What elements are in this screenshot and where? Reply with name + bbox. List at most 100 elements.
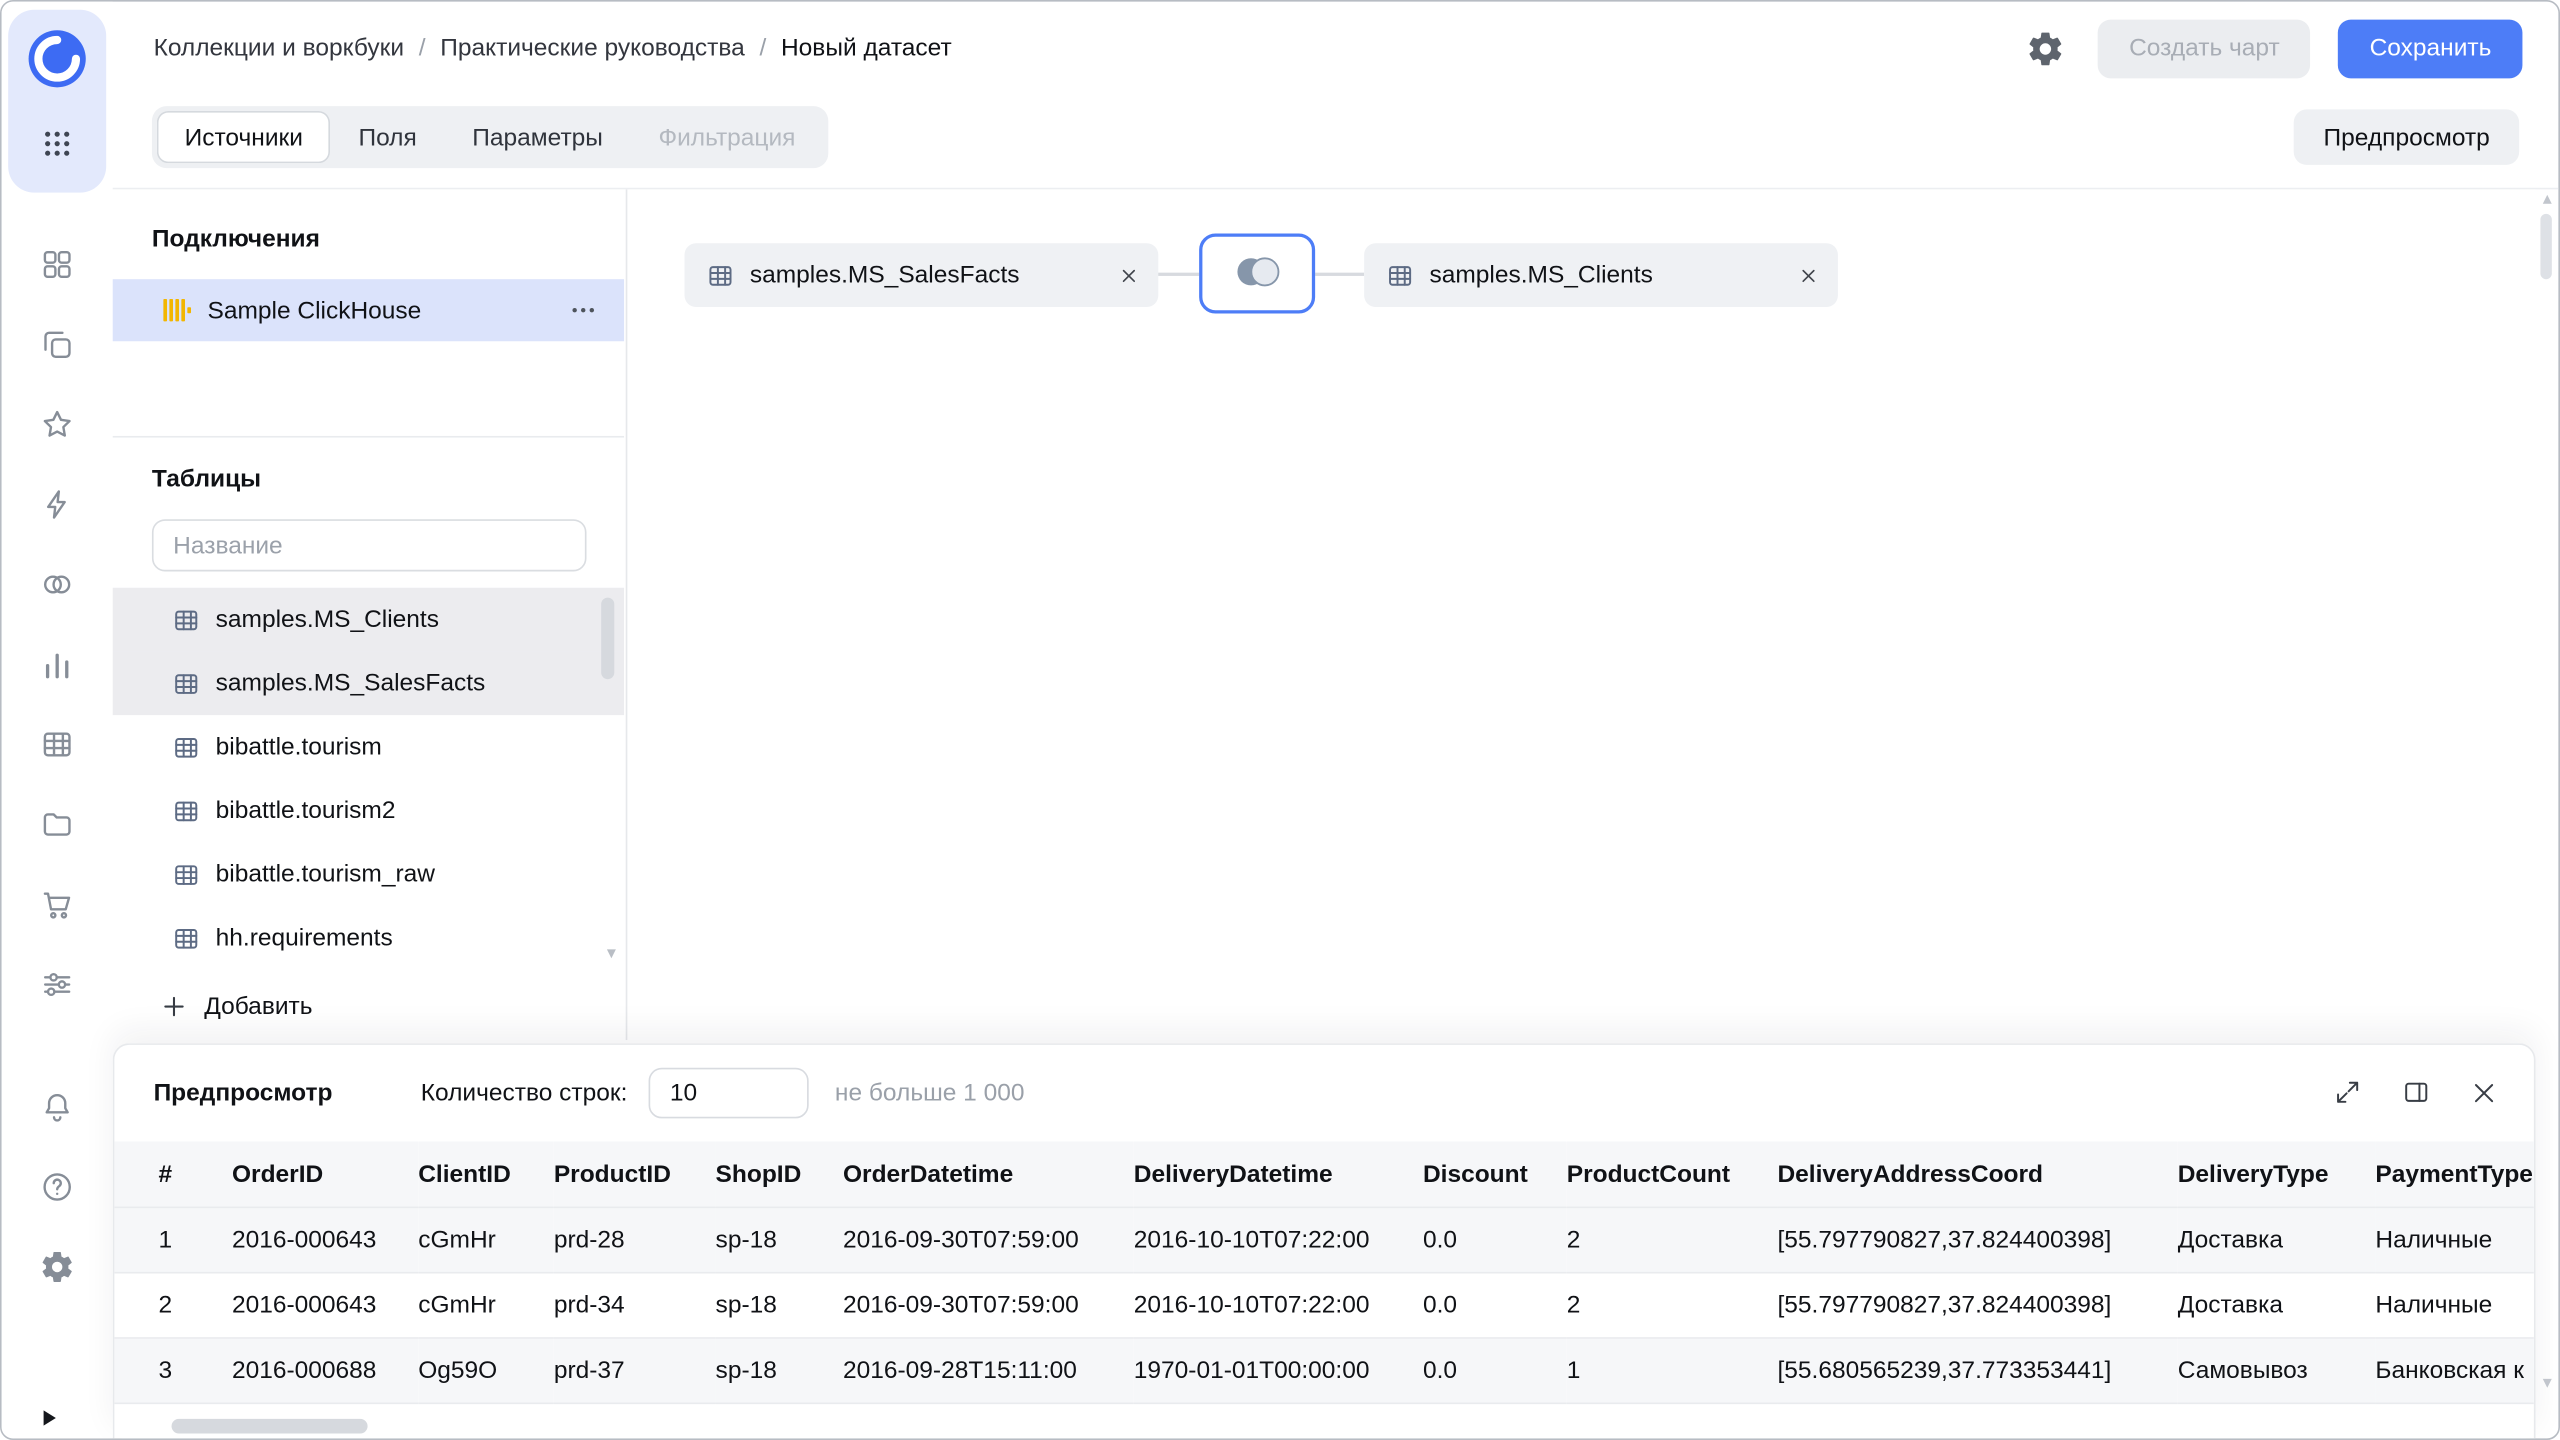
collapse-sidebar-button[interactable] [36, 1401, 75, 1434]
column-header: DeliveryAddressCoord [1777, 1141, 2178, 1209]
preview-panel: Предпросмотр Количество строк: не больше… [112, 1043, 2536, 1439]
dataset-node-clients[interactable]: samples.MS_Clients [1364, 243, 1838, 307]
inner-join-venn-icon [1229, 252, 1285, 294]
scroll-down-arrow-icon[interactable]: ▾ [2543, 1374, 2552, 1393]
preview-toggle-button[interactable]: Предпросмотр [2294, 109, 2520, 165]
connection-more-button[interactable] [565, 292, 601, 328]
table-list-item[interactable]: samples.MS_Clients [112, 587, 625, 652]
add-table-label: Добавить [204, 991, 313, 1020]
table-list-item[interactable]: bibattle.tourism_raw [113, 842, 624, 906]
tab-fields[interactable]: Поля [331, 111, 445, 163]
scale-wrapper: Коллекции и воркбуки / Практические руково… [0, 0, 2560, 1440]
preview-actions [2333, 1078, 2498, 1107]
table-cell: sp-18 [715, 1272, 843, 1339]
bolt-icon[interactable] [28, 475, 87, 534]
column-header: OrderID [231, 1141, 419, 1209]
connector-line [1315, 272, 1365, 276]
table-icon [706, 260, 735, 289]
table-cell: 2016-000688 [231, 1337, 419, 1405]
dataset-tabs: Источники Поля Параметры Фильтрация [151, 106, 829, 169]
column-header: DeliveryType [2177, 1141, 2376, 1209]
table-row: 3 2016-000688 Og59O prd-37 sp-18 2016-09-28T1… [114, 1337, 2534, 1405]
table-icon [172, 605, 201, 634]
table-cell: 2016-09-28T15:11:00 [842, 1337, 1134, 1405]
table-name: bibattle.tourism [215, 733, 382, 761]
table-row: 1 2016-000643 cGmHr prd-28 sp-18 2016-09-30T0… [114, 1207, 2534, 1274]
dock-preview-button[interactable] [2402, 1078, 2431, 1107]
breadcrumb-item[interactable]: Практические руководства [440, 34, 745, 62]
join-type-button[interactable] [1199, 233, 1316, 314]
help-icon[interactable] [28, 1158, 87, 1217]
topbar-actions: Создать чарт Сохранить [2021, 18, 2523, 78]
gear-icon[interactable] [28, 1238, 87, 1297]
app-sidebar [1, 1, 113, 1439]
table-cell: [55.797790827,37.824400398] [1777, 1272, 2178, 1339]
tabs-row: Источники Поля Параметры Фильтрация Предпро… [151, 104, 2520, 169]
remove-table-button[interactable] [1119, 265, 1139, 285]
logo-block [8, 9, 107, 193]
horizontal-scrollbar-thumb[interactable] [171, 1418, 368, 1434]
connections-title: Подключения [151, 225, 320, 254]
column-header: OrderDatetime [842, 1141, 1134, 1209]
row-count-input[interactable] [648, 1066, 809, 1118]
table-list-item[interactable]: bibattle.tourism [113, 715, 624, 779]
table-search-input[interactable] [151, 519, 587, 572]
table-cell: Доставка [2177, 1272, 2376, 1339]
node-label: samples.MS_SalesFacts [749, 261, 1020, 289]
table-icon [1385, 260, 1414, 289]
cart-icon[interactable] [28, 875, 87, 934]
connection-item[interactable]: Sample ClickHouse [112, 279, 625, 342]
list-scrollbar-thumb[interactable] [601, 597, 615, 680]
preview-table-wrap: # OrderID ClientID ProductID ShopID OrderDate… [114, 1141, 2534, 1412]
table-list-item[interactable]: bibattle.tourism2 [113, 779, 624, 843]
breadcrumb-separator: / [418, 34, 426, 63]
table-list-item[interactable]: samples.MS_SalesFacts [112, 651, 625, 716]
table-cell: Банковская к [2375, 1337, 2534, 1405]
datalens-logo[interactable] [21, 23, 93, 95]
table-cell: 0.0 [1422, 1337, 1567, 1405]
dataset-node-sales-facts[interactable]: samples.MS_SalesFacts [684, 243, 1159, 307]
table-row: 2 2016-000643 cGmHr prd-34 sp-18 2016-09-30T0… [114, 1272, 2534, 1339]
sliders-icon[interactable] [28, 955, 87, 1014]
row-count-hint: не больше 1 000 [834, 1078, 1025, 1107]
close-preview-button[interactable] [2470, 1078, 2498, 1106]
breadcrumb-item[interactable]: Коллекции и воркбуки [154, 34, 404, 62]
tab-parameters[interactable]: Параметры [445, 111, 631, 163]
table-cell: prd-28 [553, 1207, 716, 1274]
horizontal-scrollbar [154, 1417, 2495, 1435]
scroll-up-arrow-icon[interactable]: ▴ [2543, 190, 2552, 209]
column-header: DeliveryDatetime [1133, 1141, 1423, 1209]
save-button[interactable]: Сохранить [2338, 18, 2523, 78]
table-cell: 3 [114, 1337, 232, 1405]
column-header: ClientID [418, 1141, 554, 1209]
table-cell: Доставка [2177, 1207, 2376, 1274]
connection-name: Sample ClickHouse [207, 296, 422, 325]
squares-icon[interactable] [28, 235, 87, 294]
column-header: ShopID [715, 1141, 843, 1209]
star-icon[interactable] [28, 395, 87, 454]
create-chart-button[interactable]: Создать чарт [2098, 18, 2311, 78]
app-window: Коллекции и воркбуки / Практические руково… [0, 0, 2560, 1440]
apps-grid-icon[interactable] [28, 114, 87, 173]
folder-icon[interactable] [28, 795, 87, 854]
chart-icon[interactable] [28, 635, 87, 694]
settings-gear-button[interactable] [2021, 24, 2070, 73]
table-cell: 2016-10-10T07:22:00 [1133, 1272, 1423, 1339]
layers-icon[interactable] [28, 315, 87, 374]
table-list-item[interactable]: hh.requirements [113, 906, 624, 970]
tab-filtering[interactable]: Фильтрация [631, 111, 823, 163]
circles-icon[interactable] [28, 555, 87, 614]
divider [112, 435, 625, 438]
scroll-down-arrow-icon[interactable]: ▾ [607, 945, 616, 963]
vertical-scrollbar: ▴ ▾ [2539, 190, 2554, 1426]
tab-sources[interactable]: Источники [156, 111, 331, 164]
grid-icon[interactable] [28, 715, 87, 774]
bell-icon[interactable] [28, 1078, 87, 1137]
table-cell: [55.680565239,37.773353441] [1777, 1337, 2178, 1405]
expand-preview-button[interactable] [2333, 1078, 2362, 1107]
vertical-scrollbar-thumb[interactable] [2540, 213, 2552, 280]
add-table-button[interactable]: Добавить [113, 978, 323, 1034]
table-icon [172, 860, 201, 889]
remove-table-button[interactable] [1799, 265, 1819, 285]
table-cell: Самовывоз [2177, 1337, 2376, 1405]
